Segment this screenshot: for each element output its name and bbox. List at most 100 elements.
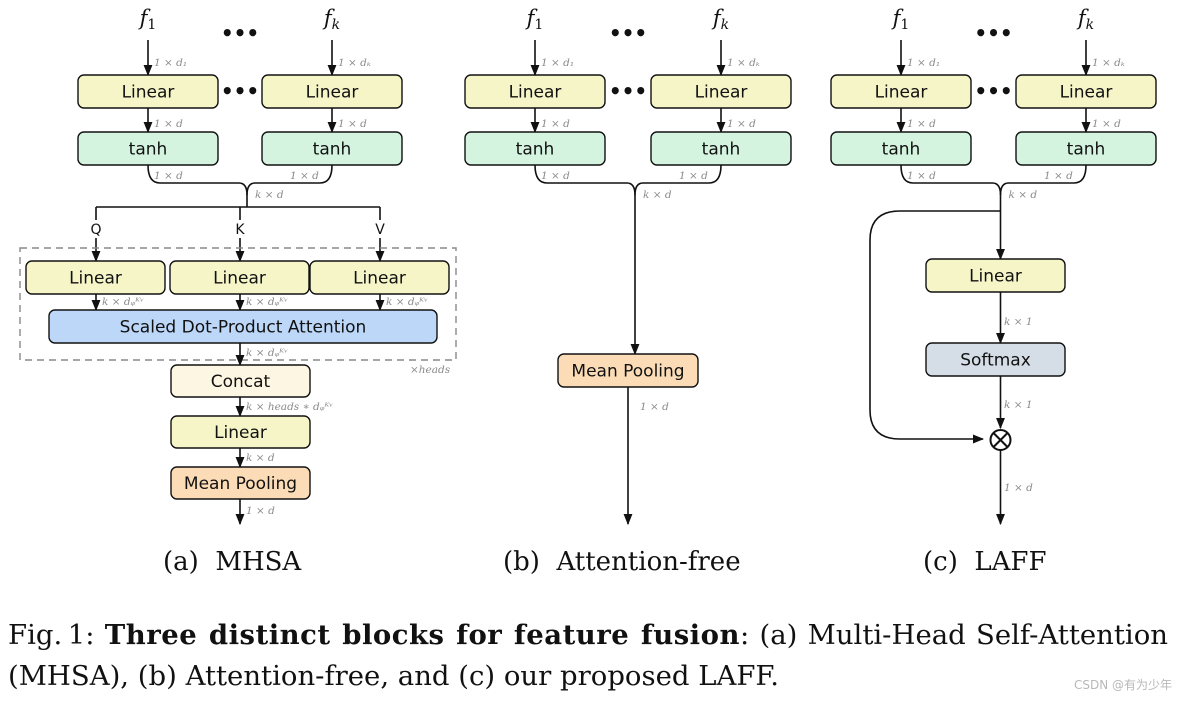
af-linear-1: Linear — [464, 74, 606, 109]
af-linear-k: Linear — [650, 74, 792, 109]
af-linear-k-label: Linear — [695, 83, 748, 103]
mhsa-linear-v-label: Linear — [353, 269, 406, 289]
af-tanh-1: tanh — [464, 131, 606, 166]
af-dim-tanh-k: 1 × d — [679, 170, 708, 182]
mhsa-dim-tanh-k: 1 × d — [290, 170, 319, 182]
laff-tanh-k-label: tanh — [1067, 140, 1106, 160]
mhsa-ellipsis-linear: ••• — [221, 79, 259, 103]
mhsa-scaled-dot-product-attention: Scaled Dot-Product Attention — [48, 309, 438, 344]
af-input-f1-subscript: 1 — [534, 17, 543, 33]
panel-attention-free: f1 fk ••• 1 × d₁ 1 × dₖ Linear Linear ••• 1 × d 1… — [464, 6, 792, 526]
mhsa-linear-q-label: Linear — [69, 269, 122, 289]
caption-bold: Three distinct blocks for feature fusion — [104, 619, 740, 651]
mhsa-tanh-k-label: tanh — [313, 140, 352, 160]
laff-input-fk: fk — [1076, 6, 1094, 33]
mhsa-input-fk: fk — [322, 6, 340, 33]
laff-dim-in-first: 1 × d₁ — [907, 57, 940, 69]
mhsa-dim-lin-1: 1 × d — [154, 118, 183, 130]
af-input-fk-subscript: k — [721, 17, 729, 33]
af-tanh-1-label: tanh — [516, 140, 555, 160]
mhsa-heads-multiplier: ×heads — [410, 364, 451, 376]
mhsa-dim-in-last: 1 × dₖ — [338, 57, 371, 69]
mhsa-dim-tanh-1: 1 × d — [154, 170, 183, 182]
mhsa-scaled-dot-product-attention-label: Scaled Dot-Product Attention — [120, 318, 367, 338]
laff-linear-k: Linear — [1015, 74, 1157, 109]
af-tanh-k: tanh — [650, 131, 792, 166]
watermark: CSDN @有为少年 — [1073, 678, 1172, 692]
laff-linear-1: Linear — [830, 74, 972, 109]
laff-dim-tanh-1: 1 × d — [907, 170, 936, 182]
subcaption-mhsa: (a) MHSA — [163, 547, 302, 577]
mhsa-label-k: K — [235, 222, 245, 238]
af-mean-pooling-label: Mean Pooling — [571, 362, 684, 382]
mhsa-dim-merged: k × d — [255, 189, 284, 201]
mhsa-dim-linear-out: k × d — [246, 452, 275, 464]
mhsa-mean-pooling: Mean Pooling — [170, 466, 311, 500]
af-tanh-k-label: tanh — [702, 140, 741, 160]
mhsa-dim-qkv-q: k × dᵩᴷᵛ — [102, 296, 144, 308]
af-input-f1: f1 — [525, 6, 544, 33]
af-dim-merged: k × d — [643, 189, 672, 201]
mhsa-dim-qkv-v: k × dᵩᴷᵛ — [386, 296, 428, 308]
laff-ellipsis-inputs: ••• — [974, 21, 1012, 45]
mhsa-ellipsis-inputs: ••• — [221, 21, 259, 45]
panel-laff: f1 fk ••• 1 × d₁ 1 × dₖ Linear Linear ••• 1 × d 1… — [830, 6, 1157, 526]
laff-softmax-label: Softmax — [960, 351, 1031, 371]
mhsa-linear-k-label: Linear — [306, 83, 359, 103]
figure-caption: Fig. 1: Three distinct blocks for featur… — [8, 615, 1168, 697]
laff-dim-tanh-k: 1 × d — [1044, 170, 1073, 182]
mhsa-linear-q: Linear — [25, 260, 166, 295]
laff-linear-k-label: Linear — [1060, 83, 1113, 103]
mhsa-tanh-k: tanh — [261, 131, 403, 166]
laff-dim-linear-out: k × 1 — [1004, 316, 1033, 328]
laff-linear: Linear — [925, 258, 1066, 293]
laff-dim-softmax-out: k × 1 — [1004, 399, 1033, 411]
af-input-fk: fk — [711, 6, 729, 33]
af-dim-tanh-1: 1 × d — [541, 170, 570, 182]
laff-tanh-k: tanh — [1015, 131, 1157, 166]
mhsa-input-fk-subscript: k — [332, 17, 340, 33]
laff-softmax: Softmax — [925, 342, 1066, 377]
mhsa-dim-lin-k: 1 × d — [338, 118, 367, 130]
laff-dim-merged: k × d — [1009, 189, 1038, 201]
mhsa-linear-v: Linear — [309, 260, 450, 295]
af-dim-in-last: 1 × dₖ — [727, 57, 760, 69]
laff-dim-lin-1: 1 × d — [907, 118, 936, 130]
laff-input-fk-subscript: k — [1086, 17, 1094, 33]
af-ellipsis-inputs: ••• — [609, 21, 647, 45]
mhsa-concat-label: Concat — [211, 372, 271, 392]
laff-input-f1-subscript: 1 — [900, 17, 909, 33]
laff-dim-in-last: 1 × dₖ — [1092, 57, 1125, 69]
laff-tanh-1-label: tanh — [882, 140, 921, 160]
mhsa-linear-k: Linear — [169, 260, 310, 295]
mhsa-dim-in-first: 1 × d₁ — [154, 57, 187, 69]
mhsa-linear-k: Linear — [261, 74, 403, 109]
mhsa-dim-qkv-k: k × dᵩᴷᵛ — [246, 296, 288, 308]
laff-linear-label: Linear — [969, 267, 1022, 287]
mhsa-linear-1-label: Linear — [122, 83, 175, 103]
mhsa-concat: Concat — [170, 364, 311, 398]
af-linear-1-label: Linear — [509, 83, 562, 103]
subcaption-laff: (c) LAFF — [923, 547, 1047, 577]
mhsa-dim-output: 1 × d — [246, 505, 275, 517]
mhsa-input-f1-subscript: 1 — [147, 17, 156, 33]
feature-fusion-diagram: f1 fk ••• 1 × d₁ 1 × dₖ Linear Linear ••• 1 × d 1… — [19, 6, 1157, 526]
laff-dim-lin-k: 1 × d — [1092, 118, 1121, 130]
mhsa-dim-attn-out: k × dᵩᴷᵛ — [246, 347, 288, 359]
mhsa-linear-1: Linear — [77, 74, 219, 109]
mhsa-linear-out: Linear — [170, 415, 311, 449]
laff-linear-1-label: Linear — [875, 83, 928, 103]
af-dim-lin-k: 1 × d — [727, 118, 756, 130]
mhsa-linear-out-label: Linear — [214, 423, 267, 443]
laff-ellipsis-linear: ••• — [974, 79, 1012, 103]
subcaption-attention-free: (b) Attention-free — [503, 547, 741, 577]
mhsa-tanh-1: tanh — [77, 131, 219, 166]
mhsa-dim-concat-out: k × heads ∗ dᵩᴷᵛ — [246, 401, 333, 413]
laff-multiply-icon — [989, 429, 1012, 451]
laff-tanh-1: tanh — [830, 131, 972, 166]
af-dim-in-first: 1 × d₁ — [541, 57, 574, 69]
mhsa-label-v: V — [375, 222, 385, 238]
mhsa-linear-k-label: Linear — [213, 269, 266, 289]
laff-dim-output: 1 × d — [1004, 482, 1033, 494]
mhsa-label-q: Q — [90, 222, 101, 238]
